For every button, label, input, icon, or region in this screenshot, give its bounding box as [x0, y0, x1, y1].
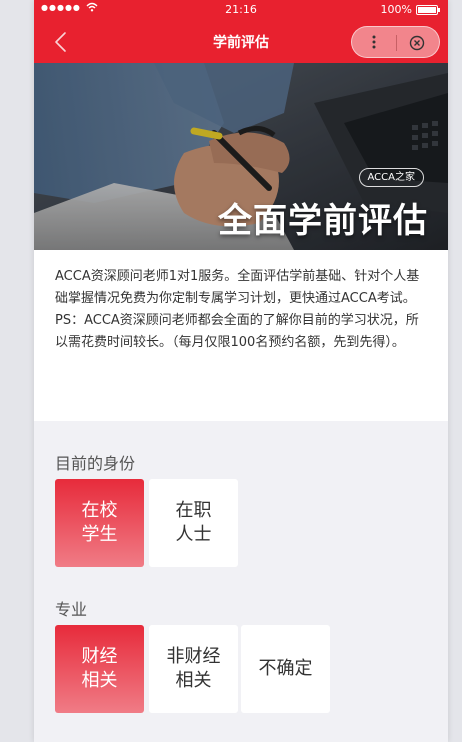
description-paragraph: ACCA资深顾问老师1对1服务。全面评估学前基础、针对个人基础掌握情况免费为你定…: [55, 269, 420, 306]
description-ps: PS：ACCA资深顾问老师都会全面的了解你目前的学习状况，所以需花费时间较长。（…: [55, 313, 419, 350]
banner-image: ACCA之家 全面学前评估: [34, 63, 448, 250]
major-label: 专业: [55, 600, 88, 619]
nav-bar: 学前评估: [34, 20, 448, 63]
major-option-unsure[interactable]: 不确定: [241, 625, 330, 713]
phone-screen: ●●●●● 21:16 100% 学前评估 ACCA之家 全面学前评估 ACCA…: [34, 0, 448, 742]
capsule-divider: [396, 35, 397, 51]
brand-badge: ACCA之家: [358, 168, 424, 187]
identity-label: 目前的身份: [55, 454, 136, 473]
close-circle-icon[interactable]: [408, 34, 426, 52]
option-label: 在职 人士: [175, 500, 212, 545]
status-bar: ●●●●● 21:16 100%: [34, 0, 448, 20]
major-option-finance[interactable]: 财经 相关: [55, 625, 144, 713]
option-label: 在校 学生: [81, 500, 118, 545]
option-label: 财经 相关: [81, 646, 118, 691]
battery-percent: 100%: [380, 3, 412, 16]
mini-program-capsule: [351, 26, 440, 58]
service-description: ACCA资深顾问老师1对1服务。全面评估学前基础、针对个人基础掌握情况免费为你定…: [34, 250, 448, 421]
option-label: 非财经 相关: [166, 646, 221, 691]
major-option-non-finance[interactable]: 非财经 相关: [149, 625, 238, 713]
identity-option-employed[interactable]: 在职 人士: [149, 479, 238, 567]
battery-icon: [416, 5, 440, 15]
identity-option-student[interactable]: 在校 学生: [55, 479, 144, 567]
option-label: 不确定: [258, 658, 313, 679]
more-dots-icon[interactable]: [366, 33, 382, 51]
banner-headline: 全面学前评估: [218, 201, 428, 241]
